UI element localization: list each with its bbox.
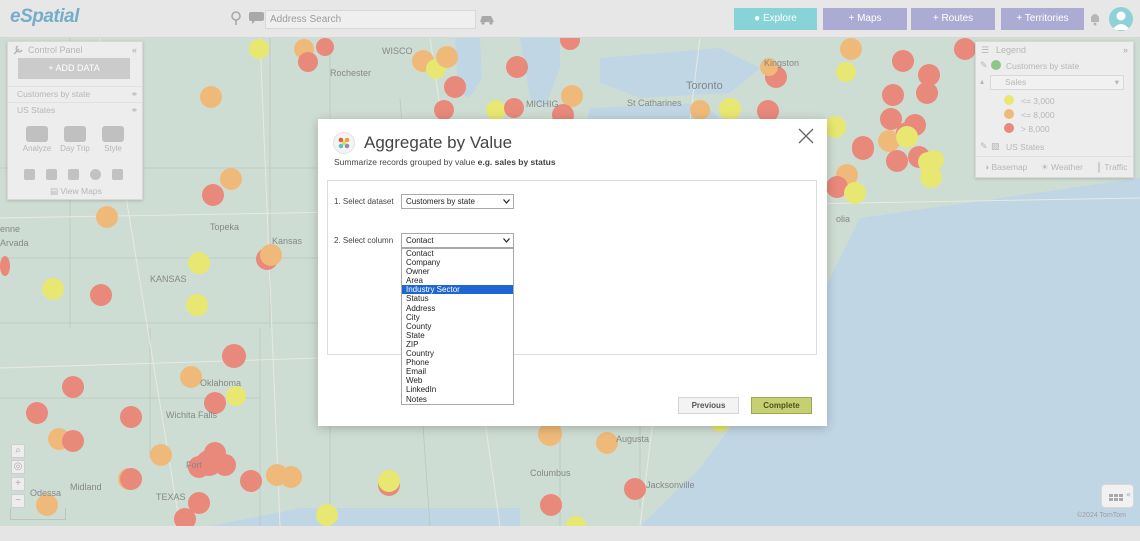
column-dropdown-list[interactable]: Contact Company Owner Area Industry Sect… — [401, 248, 514, 405]
previous-button[interactable]: Previous — [678, 397, 739, 414]
aggregate-icon — [333, 132, 355, 154]
subtitle-text: Summarize records grouped by value — [334, 157, 476, 167]
dropdown-option-highlighted[interactable]: Industry Sector — [402, 285, 513, 295]
dropdown-option[interactable]: City — [402, 313, 513, 322]
dropdown-option[interactable]: Area — [402, 276, 513, 285]
select-column-label: 2. Select column — [334, 236, 394, 245]
dropdown-option[interactable]: Company — [402, 258, 513, 267]
dropdown-option[interactable]: ZIP — [402, 340, 513, 349]
dataset-select-value: Customers by state — [406, 197, 475, 206]
aggregate-by-value-dialog: Aggregate by Value Summarize records gro… — [318, 119, 827, 426]
column-select[interactable]: Contact — [401, 233, 514, 248]
dropdown-option[interactable]: Contact — [402, 249, 513, 258]
dataset-select[interactable]: Customers by state — [401, 194, 514, 209]
dropdown-option[interactable]: County — [402, 322, 513, 331]
dropdown-option[interactable]: LinkedIn — [402, 385, 513, 394]
dropdown-option[interactable]: Address — [402, 304, 513, 313]
dropdown-option[interactable]: Notes — [402, 395, 513, 404]
dropdown-option[interactable]: Owner — [402, 267, 513, 276]
dropdown-option[interactable]: Email — [402, 367, 513, 376]
select-dataset-label: 1. Select dataset — [334, 197, 394, 206]
subtitle-example: e.g. sales by status — [477, 157, 556, 167]
chevron-down-icon — [503, 199, 510, 204]
dialog-title: Aggregate by Value — [364, 133, 513, 152]
dropdown-option[interactable]: Web — [402, 376, 513, 385]
dropdown-option[interactable]: Phone — [402, 358, 513, 367]
complete-button[interactable]: Complete — [751, 397, 812, 414]
dropdown-option[interactable]: Status — [402, 294, 513, 303]
column-select-value: Contact — [406, 236, 434, 245]
dialog-subtitle: Summarize records grouped by value e.g. … — [334, 157, 556, 167]
dropdown-option[interactable]: Country — [402, 349, 513, 358]
close-icon[interactable] — [797, 127, 815, 145]
dropdown-option[interactable]: State — [402, 331, 513, 340]
chevron-down-icon — [503, 238, 510, 243]
